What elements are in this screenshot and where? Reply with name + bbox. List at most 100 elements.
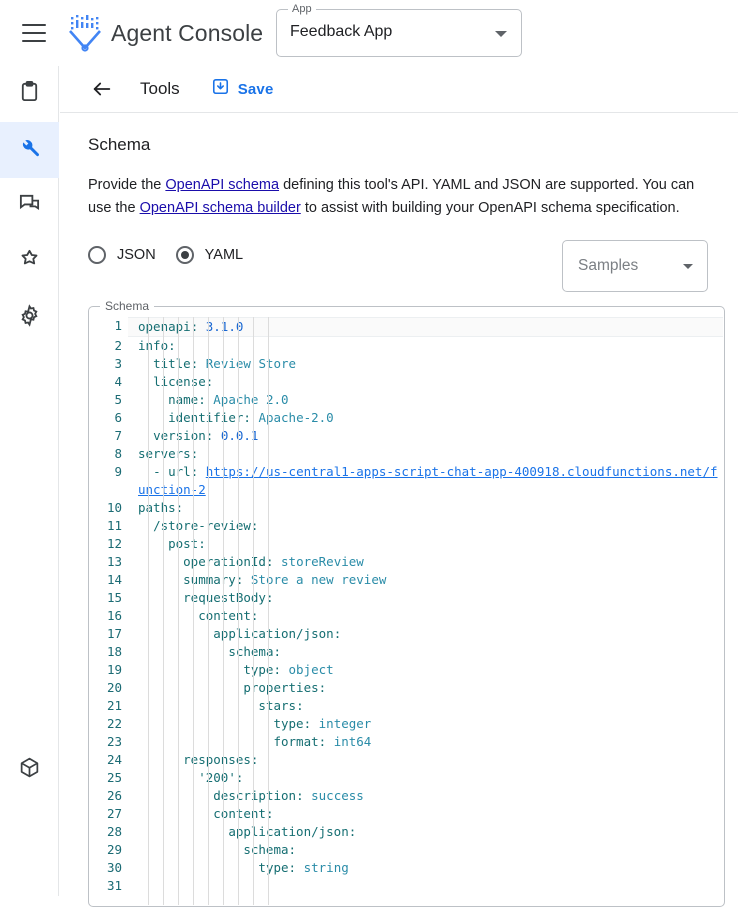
- code-line-text: requestBody:: [128, 589, 723, 607]
- code-token: format: [138, 734, 319, 749]
- line-number: 9: [90, 463, 128, 499]
- desc-text-3: to assist with building your OpenAPI sch…: [301, 200, 680, 216]
- code-line[interactable]: 30 type: string: [90, 859, 723, 877]
- code-token: :: [206, 428, 221, 443]
- radio-option-json[interactable]: JSON: [88, 246, 156, 264]
- line-number: 22: [90, 715, 128, 733]
- code-line-text: servers:: [128, 445, 723, 463]
- sidebar-item-conversations[interactable]: [0, 178, 59, 234]
- code-token: :: [296, 788, 311, 803]
- code-token: -: [138, 464, 168, 479]
- code-token: :: [266, 806, 274, 821]
- code-line[interactable]: 3 title: Review Store: [90, 355, 723, 373]
- code-token[interactable]: https://us-central1-apps-script-chat-app…: [138, 464, 718, 497]
- hamburger-menu-icon[interactable]: [22, 24, 46, 42]
- code-line[interactable]: 21 stars:: [90, 697, 723, 715]
- code-line[interactable]: 16 content:: [90, 607, 723, 625]
- code-line-text: properties:: [128, 679, 723, 697]
- code-token: license: [138, 374, 206, 389]
- back-arrow-icon[interactable]: [90, 77, 114, 101]
- code-line[interactable]: 25 '200':: [90, 769, 723, 787]
- cube-icon: [18, 756, 41, 784]
- code-line[interactable]: 2info:: [90, 337, 723, 355]
- code-line[interactable]: 26 description: success: [90, 787, 723, 805]
- openapi-schema-link[interactable]: OpenAPI schema: [165, 177, 279, 193]
- code-line[interactable]: 17 application/json:: [90, 625, 723, 643]
- code-token: content: [138, 608, 251, 623]
- code-line[interactable]: 31: [90, 877, 723, 895]
- left-nav-rail: [0, 66, 59, 896]
- app-select-value: Feedback App: [290, 23, 392, 41]
- code-line[interactable]: 12 post:: [90, 535, 723, 553]
- top-app-bar: Agent Console App Feedback App: [0, 0, 738, 66]
- code-token: :: [206, 374, 214, 389]
- code-line[interactable]: 28 application/json:: [90, 823, 723, 841]
- code-token: Apache 2.0: [213, 392, 288, 407]
- code-line[interactable]: 14 summary: Store a new review: [90, 571, 723, 589]
- line-number: 30: [90, 859, 128, 877]
- line-number: 2: [90, 337, 128, 355]
- code-line[interactable]: 5 name: Apache 2.0: [90, 391, 723, 409]
- code-token: title: [138, 356, 191, 371]
- code-line[interactable]: 15 requestBody:: [90, 589, 723, 607]
- code-line[interactable]: 7 version: 0.0.1: [90, 427, 723, 445]
- sidebar-item-extensions[interactable]: [0, 234, 59, 290]
- save-button[interactable]: Save: [211, 77, 274, 101]
- code-line[interactable]: 18 schema:: [90, 643, 723, 661]
- sidebar-item-clipboard[interactable]: [0, 66, 59, 122]
- code-token: type: [138, 716, 304, 731]
- code-token: :: [273, 644, 281, 659]
- line-number: 28: [90, 823, 128, 841]
- code-token: url: [168, 464, 191, 479]
- code-line-text: identifier: Apache-2.0: [128, 409, 723, 427]
- code-token: requestBody: [138, 590, 266, 605]
- code-token: storeReview: [281, 554, 364, 569]
- code-line[interactable]: 23 format: int64: [90, 733, 723, 751]
- code-token: :: [251, 518, 259, 533]
- code-line-text: title: Review Store: [128, 355, 723, 373]
- code-line[interactable]: 24 responses:: [90, 751, 723, 769]
- code-line[interactable]: 10paths:: [90, 499, 723, 517]
- radio-option-yaml[interactable]: YAML: [176, 246, 243, 264]
- schema-panel: Schema Provide the OpenAPI schema defini…: [60, 113, 738, 907]
- code-line[interactable]: 1openapi: 3.1.0: [90, 317, 723, 337]
- tools-toolbar: Tools Save: [60, 66, 738, 113]
- agent-console-funnel-logo: [68, 14, 102, 52]
- code-token: :: [319, 680, 327, 695]
- schema-code-editor[interactable]: 1openapi: 3.1.02info:3 title: Review Sto…: [90, 317, 723, 905]
- line-number: 16: [90, 607, 128, 625]
- code-line[interactable]: 13 operationId: storeReview: [90, 553, 723, 571]
- code-line[interactable]: 29 schema:: [90, 841, 723, 859]
- openapi-schema-builder-link[interactable]: OpenAPI schema builder: [140, 200, 301, 216]
- sidebar-item-settings[interactable]: [0, 290, 59, 346]
- app-select[interactable]: App Feedback App: [276, 9, 522, 57]
- line-number: 4: [90, 373, 128, 391]
- code-line[interactable]: 11 /store-review:: [90, 517, 723, 535]
- sidebar-item-tools[interactable]: [0, 122, 59, 178]
- samples-dropdown[interactable]: Samples: [562, 240, 708, 292]
- code-line[interactable]: 6 identifier: Apache-2.0: [90, 409, 723, 427]
- line-number: 7: [90, 427, 128, 445]
- chevron-down-icon: [683, 264, 693, 269]
- sidebar-item-package[interactable]: [0, 742, 59, 798]
- line-number: 21: [90, 697, 128, 715]
- code-line[interactable]: 8servers:: [90, 445, 723, 463]
- code-line[interactable]: 22 type: integer: [90, 715, 723, 733]
- radio-circle-yaml: [176, 246, 194, 264]
- code-line[interactable]: 20 properties:: [90, 679, 723, 697]
- schema-editor-field[interactable]: Schema 1openapi: 3.1.02info:3 title: Rev…: [88, 306, 725, 907]
- code-token: :: [191, 356, 206, 371]
- code-line[interactable]: 27 content:: [90, 805, 723, 823]
- code-line-text: operationId: storeReview: [128, 553, 723, 571]
- code-line-text: format: int64: [128, 733, 723, 751]
- code-token: :: [349, 824, 357, 839]
- line-number: 6: [90, 409, 128, 427]
- code-line-text: paths:: [128, 499, 723, 517]
- line-number: 20: [90, 679, 128, 697]
- code-line[interactable]: 4 license:: [90, 373, 723, 391]
- code-token: description: [138, 788, 296, 803]
- line-number: 26: [90, 787, 128, 805]
- code-line[interactable]: 9 - url: https://us-central1-apps-script…: [90, 463, 723, 499]
- code-line[interactable]: 19 type: object: [90, 661, 723, 679]
- code-token: Apache-2.0: [258, 410, 333, 425]
